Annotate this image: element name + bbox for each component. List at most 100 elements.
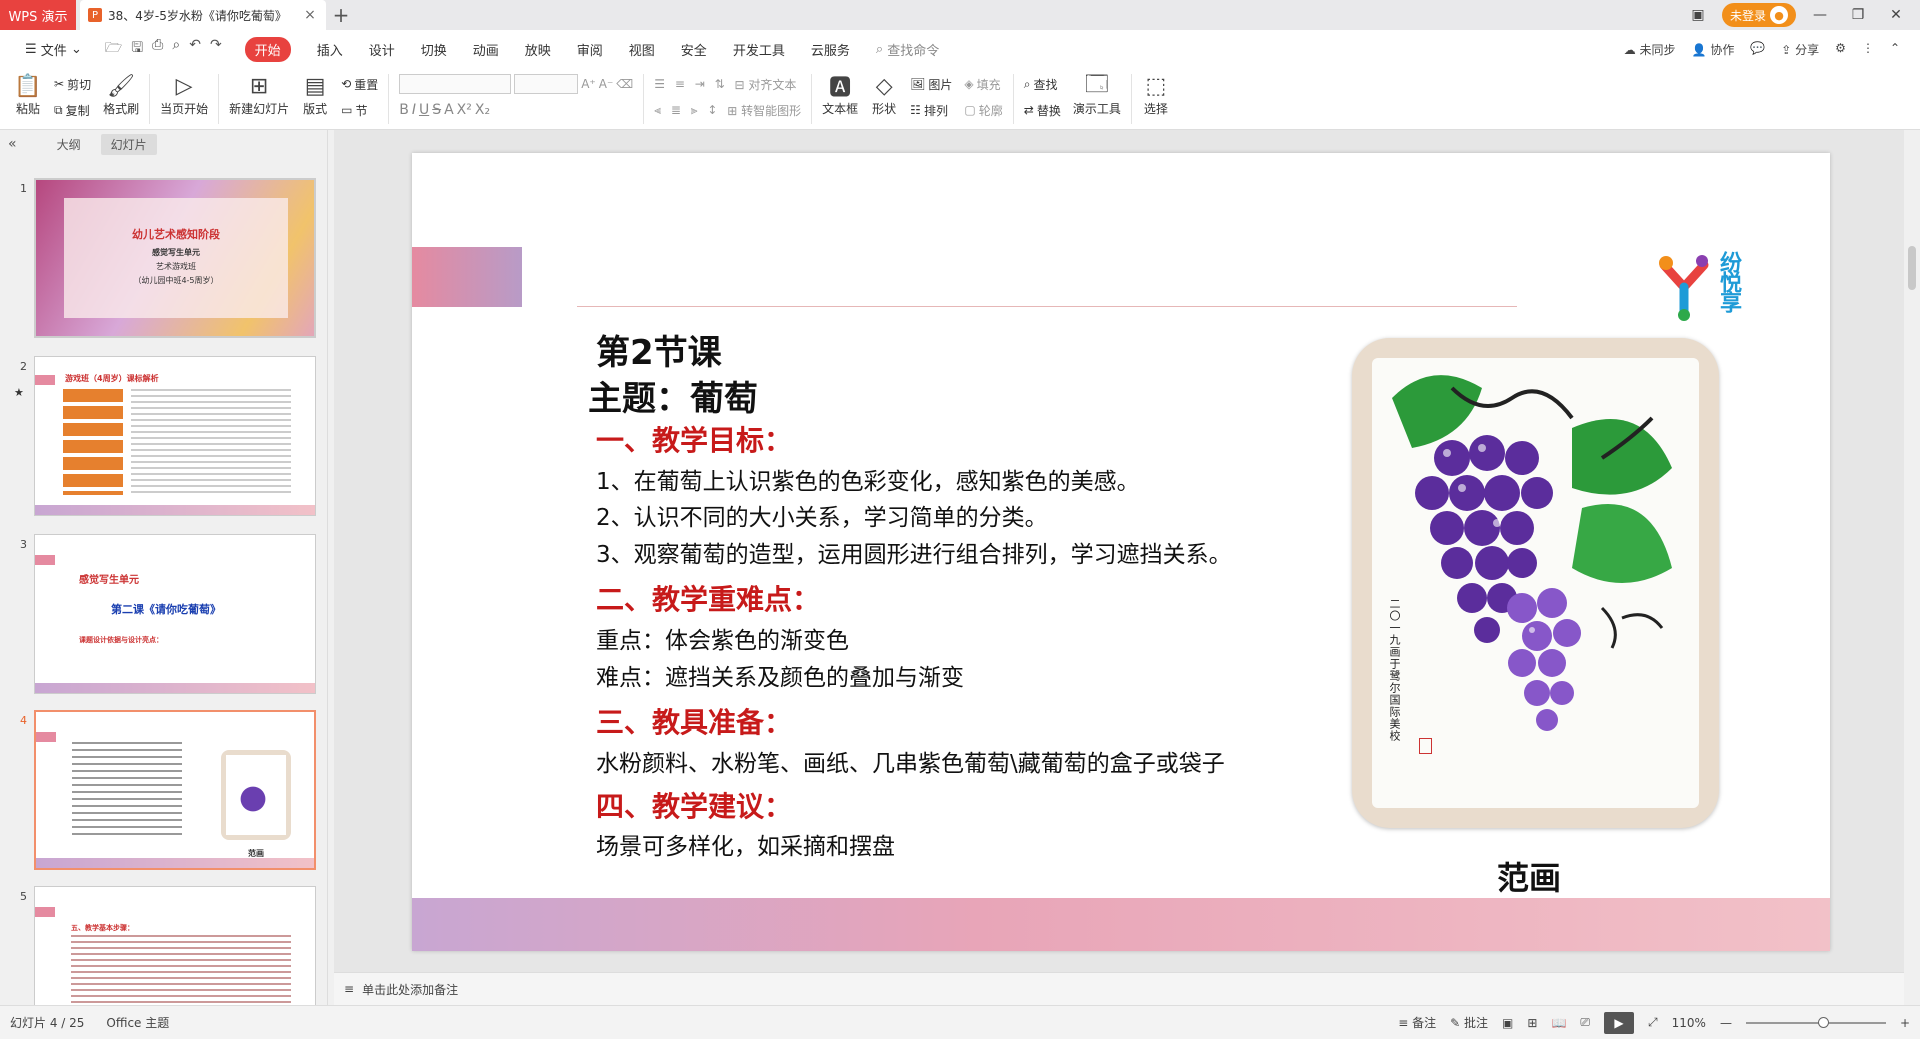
font-color-icon[interactable]: A [444,102,454,118]
comment-icon[interactable]: 💬 [1750,41,1765,58]
copy-button[interactable]: ⧉ 复制 [54,100,91,120]
close-tab-icon[interactable]: × [302,7,318,23]
line-spacing-icon[interactable]: ↕ [707,103,717,117]
key-point-item[interactable]: 重点：体会紫色的渐变色 [596,621,849,655]
comments-toggle[interactable]: ✎ 批注 [1450,1014,1488,1031]
new-slide-button[interactable]: ⊞ 新建幻灯片 [223,72,295,117]
sync-status[interactable]: ☁ 未同步 [1624,41,1676,58]
smartart-button[interactable]: ⊞ 转智能图形 [727,102,801,119]
paste-button[interactable]: 📋 粘贴 [8,72,48,117]
tab-home[interactable]: 开始 [232,30,304,68]
fit-window-icon[interactable]: ⤢ [1648,1015,1658,1030]
outline-button[interactable]: ▢ 轮廓 [964,100,1002,120]
superscript-icon[interactable]: X² [457,102,472,118]
save-icon[interactable]: 🖫 [131,37,143,61]
lesson-theme[interactable]: 主题：葡萄 [588,371,758,420]
zoom-slider[interactable] [1745,1016,1886,1028]
goal-item[interactable]: 3、观察葡萄的造型，运用圆形进行组合排列，学习遮挡关系。 [596,535,1232,569]
align-left-icon[interactable]: ⫷ [654,103,661,118]
preview-icon[interactable]: ⌕ [172,37,180,61]
current-slide[interactable]: 纷悦享 第2节课 主题：葡萄 一、教学目标： 1、在葡萄上认识紫色的色彩变化，感… [412,153,1830,951]
numbering-icon[interactable]: ≡ [675,77,685,91]
notes-toggle[interactable]: ≡ 备注 [1398,1014,1436,1031]
document-tab[interactable]: P 38、4岁-5岁水粉《请你吃葡萄》 × [80,0,326,30]
format-painter-button[interactable]: 🖌 格式刷 [97,72,145,117]
font-grow-icon[interactable]: A⁺ [581,77,596,91]
tab-security[interactable]: 安全 [668,30,720,68]
tab-outline[interactable]: 大纲 [47,134,91,155]
new-tab-button[interactable]: + [326,3,356,27]
collapse-ribbon-icon[interactable]: ⌃ [1890,41,1900,58]
layout-button[interactable]: ▤ 版式 [295,72,335,117]
login-button[interactable]: 未登录 ● [1721,3,1796,27]
presentation-tools-button[interactable]: 🗔 演示工具 [1067,72,1127,117]
find-button[interactable]: ⌕ 查找 [1024,74,1061,94]
replace-button[interactable]: ⇄ 替换 [1024,100,1061,120]
tab-review[interactable]: 审阅 [564,30,616,68]
textbox-button[interactable]: 🅰 文本框 [816,72,864,117]
materials-text[interactable]: 水粉颜料、水粉笔、画纸、几串紫色葡萄\藏葡萄的盒子或袋子 [596,744,1225,778]
command-search[interactable]: ⌕ 查找命令 [863,30,952,68]
align-center-icon[interactable]: ≣ [671,103,681,117]
print-icon[interactable]: ⎙ [152,37,163,61]
open-icon[interactable]: 🗁 [105,37,122,61]
reading-view-icon[interactable]: 📖 [1551,1016,1566,1030]
goal-item[interactable]: 1、在葡萄上认识紫色的色彩变化，感知紫色的美感。 [596,462,1140,496]
lesson-number[interactable]: 第2节课 [596,325,722,374]
goal-item[interactable]: 2、认识不同的大小关系，学习简单的分类。 [596,498,1048,532]
heading-goals[interactable]: 一、教学目标： [596,419,792,459]
tab-animation[interactable]: 动画 [460,30,512,68]
sorter-view-icon[interactable]: ⊞ [1527,1016,1537,1030]
grape-painting-image[interactable]: 二〇一九画于鹭尔国际美校 [1352,338,1719,828]
section-button[interactable]: ▭ 节 [341,100,378,120]
bullets-icon[interactable]: ☰ [654,77,665,91]
undo-icon[interactable]: ↶ [189,37,201,61]
collaborate-button[interactable]: 👤 协作 [1692,41,1735,58]
zoom-slider-handle[interactable] [1817,1016,1829,1028]
key-point-item[interactable]: 难点：遮挡关系及颜色的叠加与渐变 [596,658,964,692]
play-from-current-button[interactable]: ▷ 当页开始 [154,72,214,117]
notes-placeholder[interactable]: 单击此处添加备注 [362,981,458,998]
fill-button[interactable]: ◈ 填充 [964,74,1002,94]
tab-view[interactable]: 视图 [616,30,668,68]
reset-button[interactable]: ⟲ 重置 [341,74,378,94]
heading-advice[interactable]: 四、教学建议： [596,785,792,825]
underline-icon[interactable]: U [419,102,429,118]
settings-icon[interactable]: ⚙ [1835,41,1846,58]
tab-cloud[interactable]: 云服务 [798,30,863,68]
tab-insert[interactable]: 插入 [304,30,356,68]
minimize-icon[interactable]: — [1806,7,1834,23]
cut-button[interactable]: ✂ 剪切 [54,74,91,94]
zoom-in-icon[interactable]: + [1900,1016,1910,1030]
heading-materials[interactable]: 三、教具准备： [596,701,792,741]
indent-icon[interactable]: ⇥ [695,77,705,91]
font-family-select[interactable] [399,74,512,94]
tab-slides[interactable]: 幻灯片 [100,133,157,155]
picture-button[interactable]: 🖼 图片 [910,74,952,94]
tab-design[interactable]: 设计 [356,30,408,68]
advice-text[interactable]: 场景可多样化，如采摘和摆盘 [596,827,895,861]
zoom-out-icon[interactable]: — [1720,1016,1732,1030]
normal-view-icon[interactable]: ▣ [1502,1016,1513,1030]
camera-icon[interactable]: ⎚ [1580,1015,1590,1030]
align-right-icon[interactable]: ⫸ [691,103,698,118]
scrollbar-thumb[interactable] [1908,246,1916,290]
bold-icon[interactable]: B [399,102,409,118]
restore-icon[interactable]: ❐ [1844,7,1872,23]
italic-icon[interactable]: I [412,102,416,118]
notes-pane[interactable]: ≡ 单击此处添加备注 [334,972,1904,1005]
select-button[interactable]: ⬚ 选择 [1136,72,1176,117]
file-menu[interactable]: ☰ 文件 ⌄ [12,30,95,68]
tab-developer[interactable]: 开发工具 [720,30,798,68]
slideshow-play-button[interactable]: ▶ [1604,1011,1635,1034]
collapse-panel-icon[interactable]: « [8,136,17,152]
tab-transition[interactable]: 切换 [408,30,460,68]
more-icon[interactable]: ⋮ [1862,41,1874,58]
wps-menu-button[interactable]: WPS 演示 [0,0,76,30]
strikethrough-icon[interactable]: S [432,102,441,118]
zoom-level[interactable]: 110% [1672,1016,1706,1030]
tab-slideshow[interactable]: 放映 [512,30,564,68]
painting-caption[interactable]: 范画 [1497,853,1561,899]
font-shrink-icon[interactable]: A⁻ [599,77,614,91]
clear-format-icon[interactable]: ⌫ [616,77,633,91]
